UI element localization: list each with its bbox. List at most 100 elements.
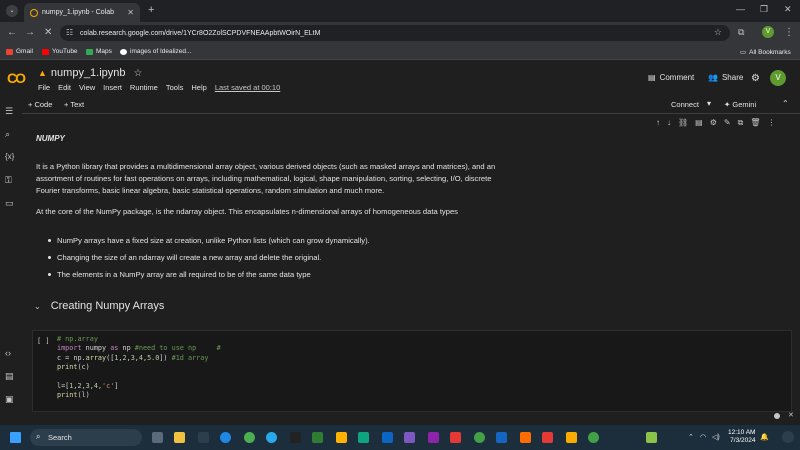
stocks-widget-icon[interactable] [646,432,657,443]
notebook-title[interactable]: numpy_1.ipynb [51,67,126,79]
move-up-icon[interactable]: ↑ [656,118,660,128]
user-avatar[interactable]: V [770,70,786,86]
menu-view[interactable]: View [79,83,95,92]
command-palette-icon[interactable]: ▤ [5,371,14,382]
bullet-text: NumPy arrays have a fixed size at creati… [57,236,370,245]
app-icon[interactable] [336,432,347,443]
menu-tools[interactable]: Tools [166,83,184,92]
clock[interactable]: 12:10 AM 7/3/2024 [728,429,755,445]
minimize-icon[interactable]: — [736,4,745,14]
bookmark-maps[interactable]: Maps [86,48,112,55]
visual-studio-icon[interactable] [404,432,415,443]
chatgpt-icon[interactable] [358,432,369,443]
edit-pencil-icon[interactable]: ✎ [724,118,731,128]
chrome-icon[interactable] [588,432,599,443]
profile-avatar[interactable]: V [762,26,774,38]
add-text-button[interactable]: + Text [64,100,84,109]
wifi-icon[interactable]: ◠ [700,433,706,441]
file-explorer-icon[interactable] [174,432,185,443]
share-button[interactable]: 👥 Share [708,73,743,82]
close-window-icon[interactable]: ✕ [784,4,792,15]
bookmark-youtube[interactable]: YouTube [42,48,78,55]
app-icon[interactable] [290,432,301,443]
tray-chevron-icon[interactable]: ⌃ [688,433,694,441]
stop-loading-icon[interactable]: ✕ [44,27,52,38]
bookmarks-bar: Gmail YouTube Maps images of Idealized..… [0,44,800,60]
star-icon[interactable]: ☆ [134,68,143,79]
browser-titlebar: ⌄ numpy_1.ipynb - Colab ✕ + — ❐ ✕ [0,0,800,22]
mirror-cell-icon[interactable]: ⧉ [738,118,744,128]
taskbar-search[interactable]: ⌕ Search [30,429,142,446]
menu-edit[interactable]: Edit [58,83,71,92]
copilot-icon[interactable] [782,431,794,443]
bookmark-star-icon[interactable]: ☆ [714,27,722,38]
extensions-icon[interactable]: ⧉ [738,27,744,38]
code-snippets-icon[interactable]: ‹› [5,348,11,358]
run-cell-button[interactable]: [ ] [37,337,50,345]
collapse-chevron-icon[interactable]: ⌄ [34,302,41,311]
connect-dropdown-icon[interactable]: ▾ [707,99,711,108]
bookmark-gmail[interactable]: Gmail [6,48,33,55]
table-of-contents-icon[interactable]: ☰ [5,106,13,117]
chrome-menu-icon[interactable]: ⋮ [784,27,794,38]
task-view-icon[interactable] [152,432,163,443]
terminal-icon[interactable]: ▣ [5,394,14,405]
search-app-icon[interactable] [198,432,209,443]
site-info-icon[interactable]: ☷ [66,28,73,37]
move-down-icon[interactable]: ↓ [667,118,671,128]
tab-search-button[interactable]: ⌄ [6,5,18,17]
more-options-icon[interactable]: ⋮ [767,118,775,128]
menu-file[interactable]: File [38,83,50,92]
menu-insert[interactable]: Insert [103,83,122,92]
connect-button[interactable]: Connect [671,100,699,109]
youtube-icon[interactable] [450,432,461,443]
chrome-icon[interactable] [474,432,485,443]
search-icon[interactable]: ⌕ [5,129,10,140]
variables-icon[interactable]: {x} [5,152,14,161]
menu-help[interactable]: Help [191,83,206,92]
microsoft-store-icon[interactable] [542,432,553,443]
colab-icon[interactable] [566,432,577,443]
restore-icon[interactable]: ❐ [760,4,768,15]
status-close-icon[interactable]: ✕ [788,411,794,419]
browser-tab-active[interactable]: numpy_1.ipynb - Colab ✕ [24,3,140,22]
edge-icon[interactable] [220,432,231,443]
new-tab-button[interactable]: + [148,4,154,16]
visual-studio-icon[interactable] [428,432,439,443]
code-editor[interactable]: # np.array import numpy as np #need to u… [57,335,221,401]
comment-icon: ▤ [648,73,656,82]
code-cell[interactable]: [ ] # np.array import numpy as np #need … [32,330,792,412]
linkedin-icon[interactable] [382,432,393,443]
forward-icon[interactable]: → [25,27,35,38]
w-app-icon[interactable] [312,432,323,443]
comment-button[interactable]: ▤ Comment [648,73,694,82]
last-saved-link[interactable]: Last saved at 00:10 [215,83,280,92]
windows-start-icon[interactable] [10,432,21,443]
settings-gear-icon[interactable]: ⚙ [751,73,760,84]
comment-cell-icon[interactable]: ▤ [695,118,703,128]
chrome-icon[interactable] [244,432,255,443]
secrets-key-icon[interactable]: ⚿ [5,175,12,186]
colab-logo[interactable]: CO [7,70,26,86]
delete-trash-icon[interactable]: 🗑 [750,118,760,128]
files-folder-icon[interactable]: ▭ [5,198,14,209]
all-bookmarks[interactable]: ▭ All Bookmarks [740,48,791,57]
back-icon[interactable]: ← [7,27,17,38]
word-icon[interactable] [496,432,507,443]
brave-icon[interactable] [520,432,531,443]
ndarray-paragraph: At the core of the NumPy package, is the… [36,207,458,216]
gemini-button[interactable]: ✦ Gemini [724,100,756,109]
tab-close-icon[interactable]: ✕ [127,8,134,17]
notification-bell-icon[interactable]: 🔔 [760,433,769,441]
section-header[interactable]: ⌄ Creating Numpy Arrays [34,300,164,312]
settings-icon[interactable]: ⚙ [710,118,717,128]
menu-runtime[interactable]: Runtime [130,83,158,92]
bookmark-label: Maps [96,48,112,55]
bookmark-images[interactable]: images of Idealized... [120,48,191,55]
telegram-icon[interactable] [266,432,277,443]
volume-icon[interactable]: ◁) [712,433,720,441]
omnibox[interactable]: ☷ colab.research.google.com/drive/1YCr8O… [60,25,730,41]
link-icon[interactable]: ⛓ [678,118,688,128]
add-code-button[interactable]: + Code [28,100,52,109]
collapse-header-icon[interactable]: ⌃ [782,99,789,108]
